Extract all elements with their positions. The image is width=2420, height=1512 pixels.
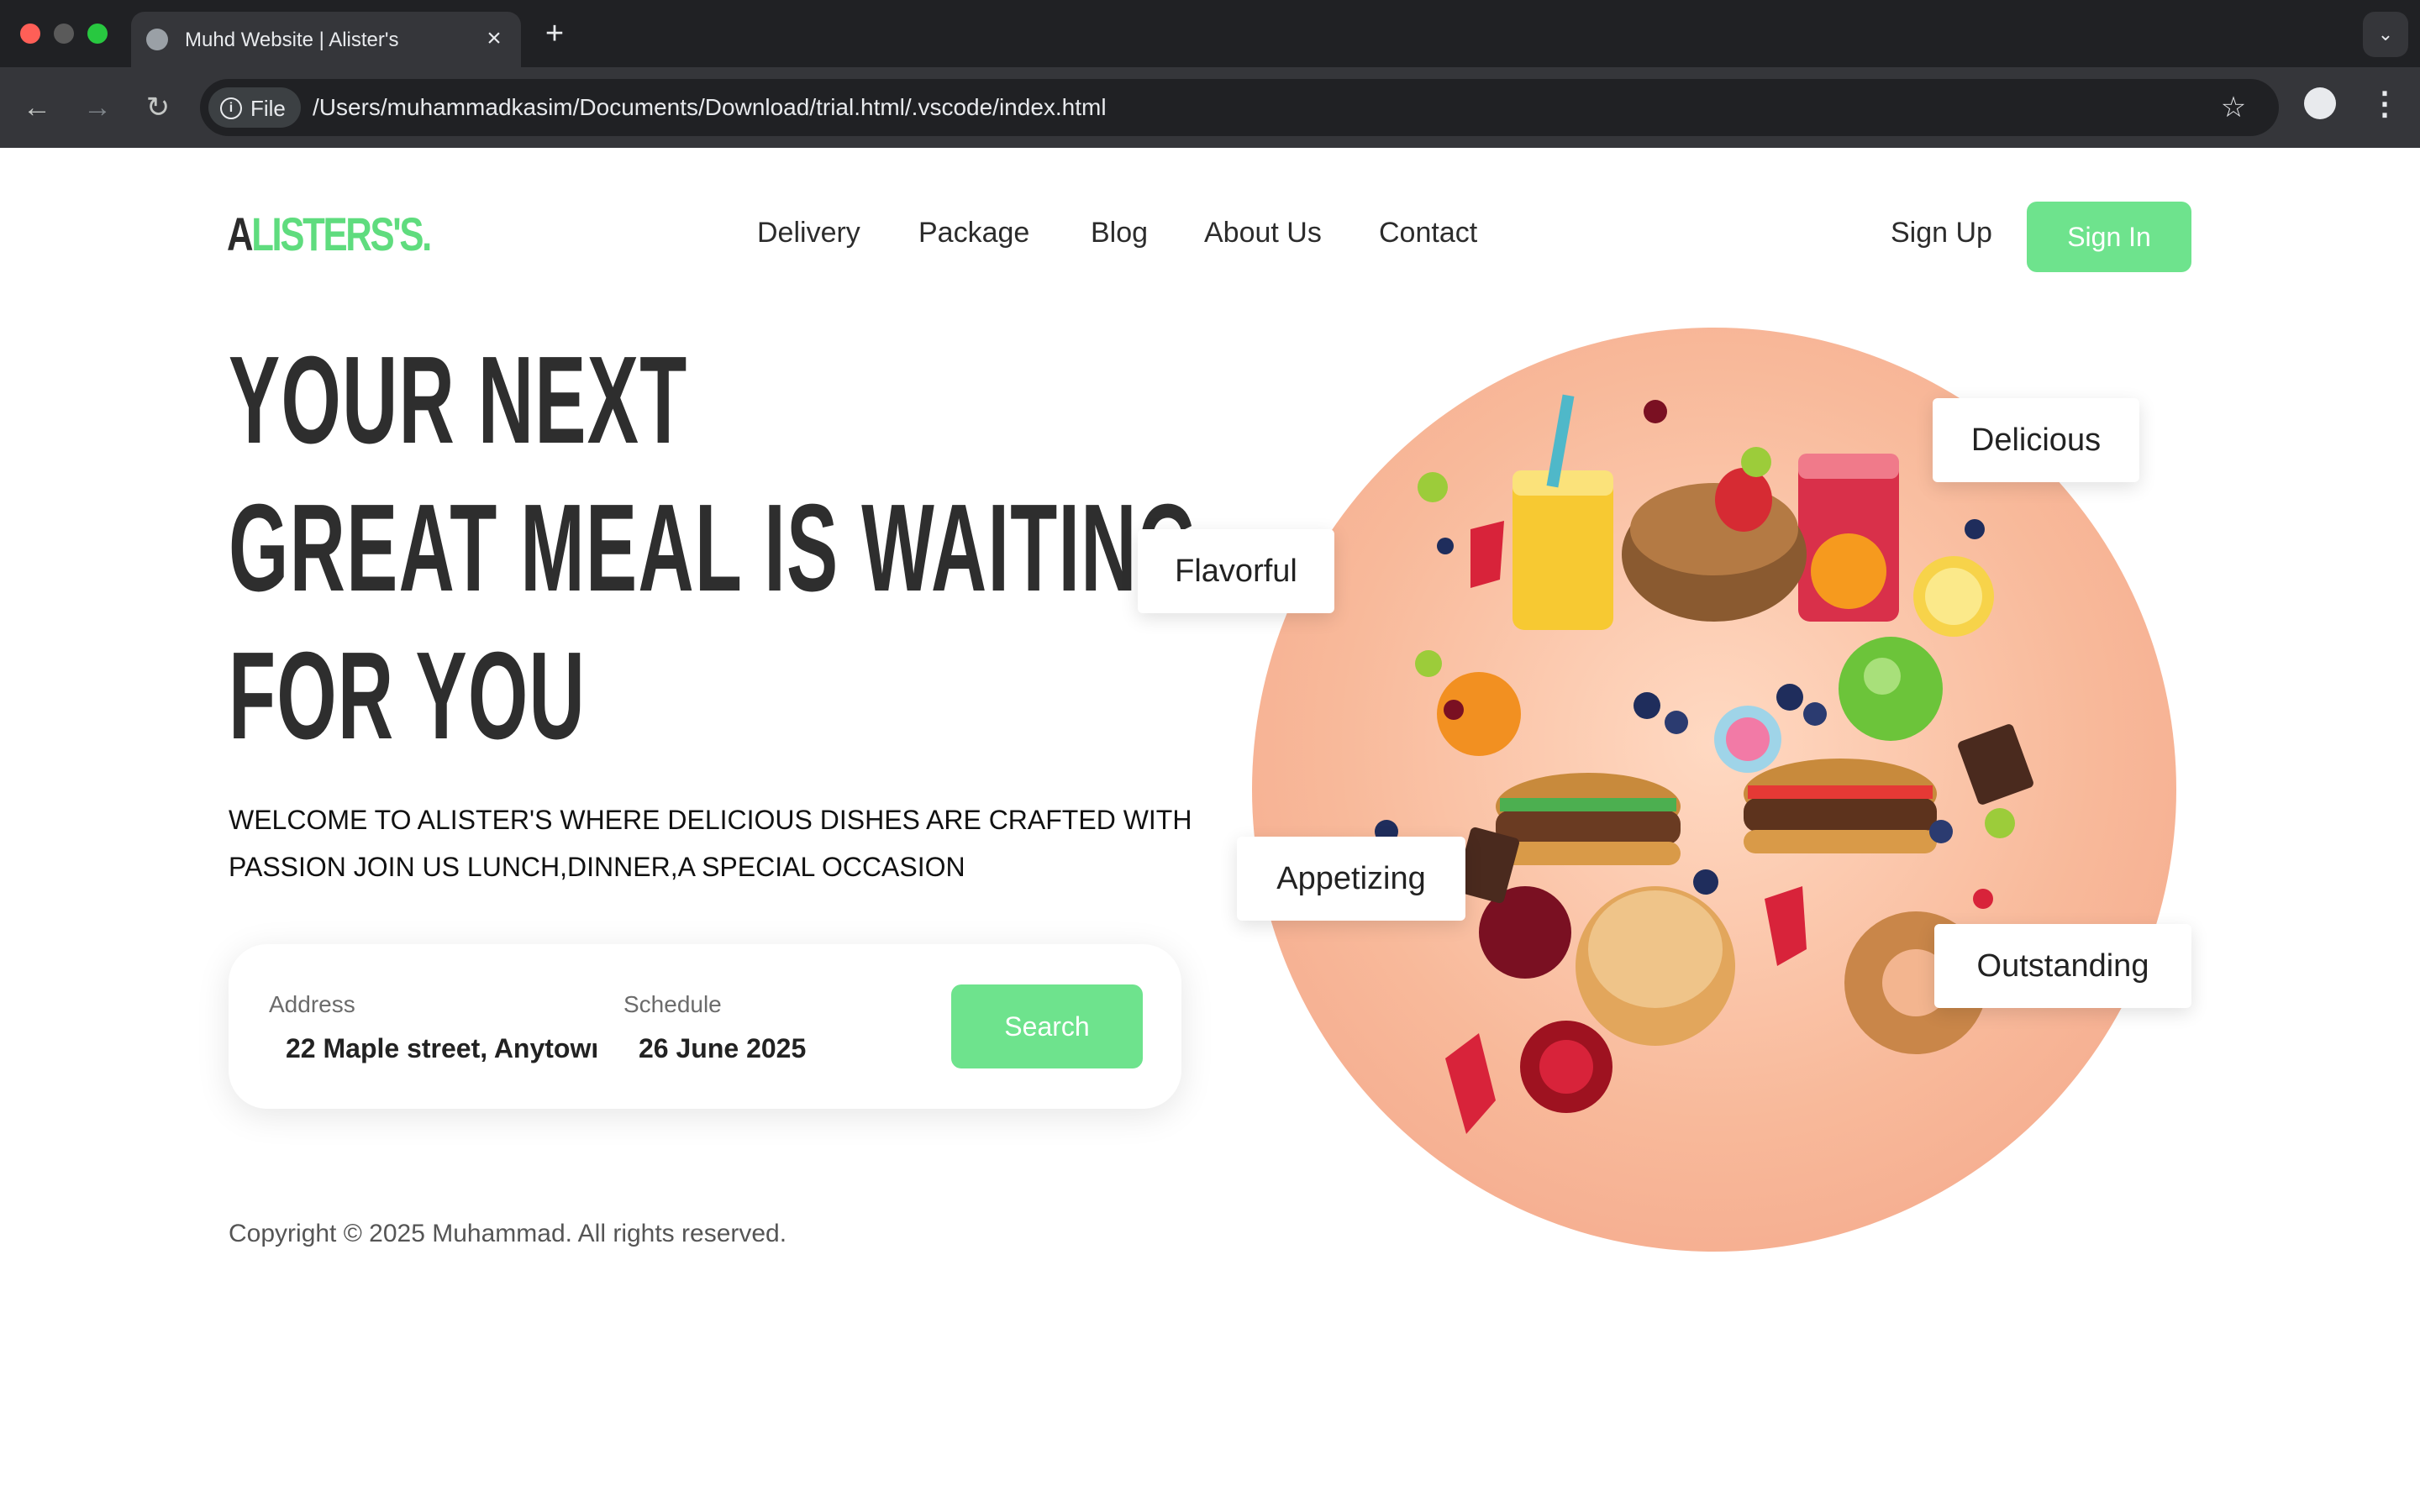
headline-line-1: YOUR NEXT bbox=[229, 331, 688, 470]
search-card: Address 22 Maple street, Anytown Schedul… bbox=[229, 944, 1181, 1109]
nav-about-us[interactable]: About Us bbox=[1204, 217, 1322, 249]
browser-toolbar: ← → ↻ i File /Users/muhammadkasim/Docume… bbox=[0, 67, 2420, 148]
nav-blog[interactable]: Blog bbox=[1091, 217, 1148, 249]
globe-icon bbox=[146, 29, 168, 50]
url-text[interactable]: /Users/muhammadkasim/Documents/Download/… bbox=[313, 94, 1107, 121]
site-logo[interactable]: ALISTERS'S. bbox=[227, 207, 432, 261]
tag-flavorful: Flavorful bbox=[1138, 529, 1334, 613]
star-icon[interactable]: ☆ bbox=[2215, 89, 2252, 126]
tag-delicious: Delicious bbox=[1933, 398, 2139, 482]
profile-icon[interactable] bbox=[2304, 87, 2336, 119]
minimize-window-button[interactable] bbox=[54, 24, 74, 44]
address-bar[interactable]: i File /Users/muhammadkasim/Documents/Do… bbox=[200, 79, 2279, 136]
close-window-button[interactable] bbox=[20, 24, 40, 44]
close-icon[interactable]: × bbox=[477, 22, 511, 55]
tab-title: Muhd Website | Alister's bbox=[185, 29, 399, 51]
site-info-chip[interactable]: i File bbox=[208, 87, 301, 128]
info-icon: i bbox=[220, 97, 242, 119]
chevron-down-icon[interactable]: ⌄ bbox=[2363, 12, 2408, 57]
maximize-window-button[interactable] bbox=[87, 24, 108, 44]
headline-line-2: GREAT MEAL IS WAITING bbox=[229, 479, 1199, 617]
browser-tab-bar: Muhd Website | Alister's × + ⌄ bbox=[0, 0, 2420, 67]
file-label: File bbox=[250, 96, 286, 121]
lead-line-1: WELCOME TO ALISTER'S WHERE DELICIOUS DIS… bbox=[229, 805, 1192, 835]
nav-package[interactable]: Package bbox=[918, 217, 1029, 249]
lead-line-2: PASSION JOIN US LUNCH,DINNER,A SPECIAL O… bbox=[229, 852, 965, 882]
tag-appetizing: Appetizing bbox=[1237, 837, 1465, 921]
sign-in-button[interactable]: Sign In bbox=[2027, 202, 2191, 272]
tag-outstanding: Outstanding bbox=[1934, 924, 2191, 1008]
sign-up-link[interactable]: Sign Up bbox=[1891, 217, 1992, 249]
copyright-text: Copyright © 2025 Muhammad. All rights re… bbox=[229, 1220, 787, 1247]
search-button[interactable]: Search bbox=[951, 984, 1143, 1068]
nav-delivery[interactable]: Delivery bbox=[757, 217, 860, 249]
menu-icon[interactable]: ⋮ bbox=[2368, 82, 2402, 126]
schedule-label: Schedule bbox=[623, 991, 722, 1017]
forward-icon[interactable]: → bbox=[76, 86, 119, 129]
logo-text: LISTERS'S. bbox=[251, 207, 432, 260]
address-label: Address bbox=[269, 991, 355, 1017]
logo-letter: A bbox=[227, 207, 254, 260]
schedule-field[interactable]: 26 June 2025 bbox=[639, 1033, 891, 1064]
headline-line-3: FOR YOU bbox=[229, 627, 587, 765]
reload-icon[interactable]: ↻ bbox=[136, 86, 180, 129]
plus-icon[interactable]: + bbox=[538, 15, 571, 52]
back-icon[interactable]: ← bbox=[15, 86, 59, 129]
nav-contact[interactable]: Contact bbox=[1379, 217, 1477, 249]
address-field[interactable]: 22 Maple street, Anytown bbox=[286, 1033, 597, 1064]
browser-tab[interactable]: Muhd Website | Alister's × bbox=[131, 12, 521, 67]
